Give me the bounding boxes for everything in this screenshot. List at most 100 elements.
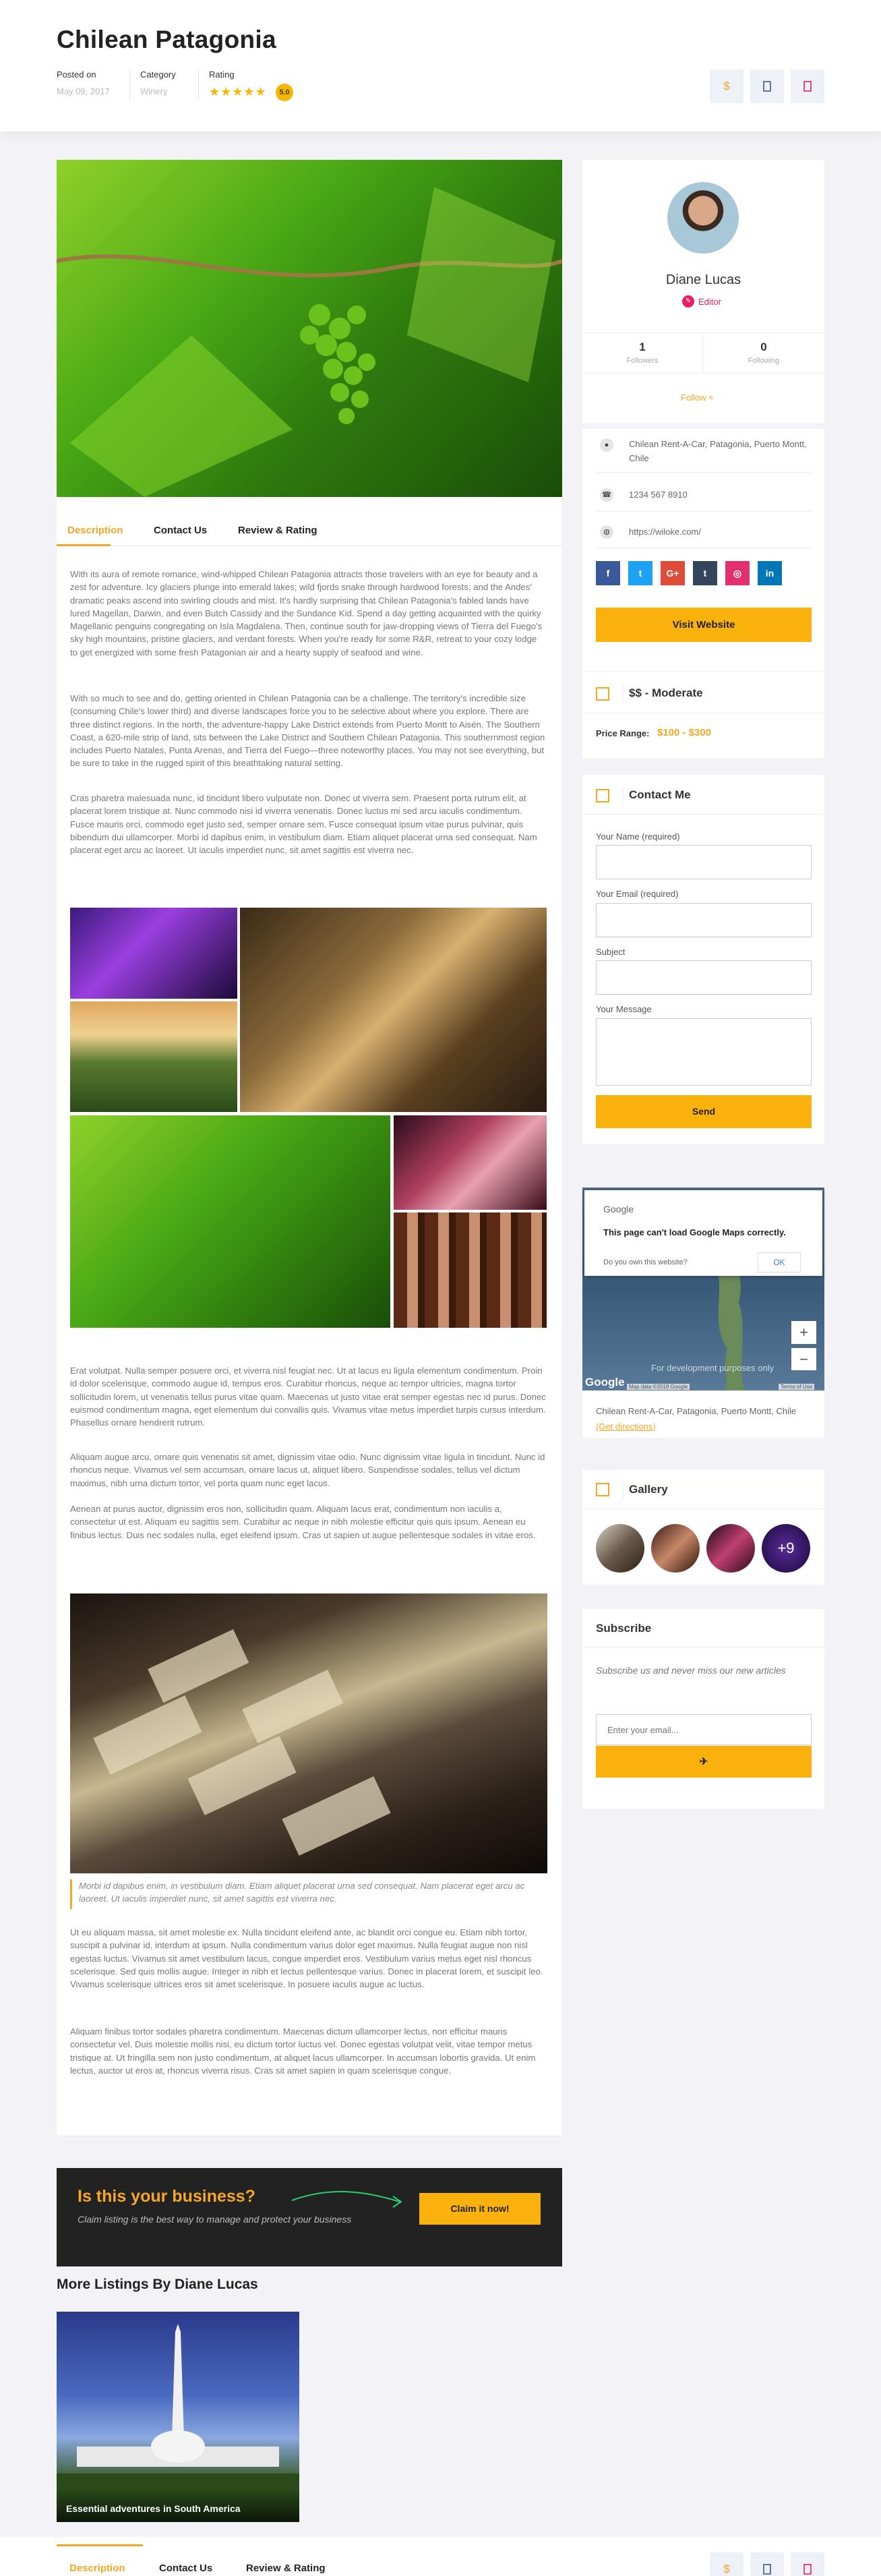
gallery-more[interactable]: +9	[762, 1524, 810, 1573]
map-pin-icon: ●	[600, 438, 613, 452]
zoom-out-button[interactable]: −	[791, 1348, 816, 1370]
tab-description[interactable]: Description	[67, 525, 123, 536]
tab-review[interactable]: Review & Rating	[238, 525, 317, 536]
arrow-icon	[291, 2191, 402, 2208]
subscribe-button[interactable]: ✈	[596, 1746, 812, 1778]
report-button[interactable]	[791, 69, 824, 103]
wine-bottles-image	[70, 1593, 547, 1873]
phone[interactable]: 1234 567 8910	[629, 490, 688, 500]
gallery-image-party[interactable]	[70, 908, 237, 999]
subject-field[interactable]	[596, 960, 812, 995]
claim-button[interactable]: Claim it now!	[419, 2193, 541, 2225]
bottles-illustration	[93, 1629, 391, 1856]
category-label: Category	[140, 69, 176, 80]
send-icon: ✈	[699, 1756, 708, 1767]
dollar-icon: $	[723, 80, 730, 92]
own-site-question: Do you own this website?	[603, 1258, 688, 1266]
gallery-image-wine-glasses[interactable]	[240, 908, 547, 1112]
sticky-tab-review[interactable]: Review & Rating	[246, 2563, 326, 2574]
subscribe-text: Subscribe us and never miss our new arti…	[596, 1665, 786, 1676]
contact-card	[582, 775, 824, 1144]
phone-icon: ☎	[600, 488, 613, 502]
description-paragraph: Aliquam finibus tortor sodales pharetra …	[70, 2026, 536, 2076]
map-terms[interactable]: Terms of Use	[779, 1384, 815, 1390]
description-paragraph: With its aura of remote romance, wind-wh…	[70, 569, 543, 657]
rating-stars: ★★★★★	[209, 85, 267, 98]
gallery-image-grapes[interactable]	[70, 1115, 390, 1328]
dollar-icon: $	[723, 2563, 730, 2575]
ok-button[interactable]: OK	[758, 1252, 801, 1272]
subscribe-title: Subscribe	[596, 1622, 652, 1635]
zoom-in-button[interactable]: +	[791, 1321, 816, 1344]
instagram-icon[interactable]: ◎	[725, 561, 750, 585]
rss-icon: ≈	[708, 392, 714, 403]
get-directions-link[interactable]: (Get directions)	[596, 1422, 656, 1432]
google-map-logo: Google	[585, 1376, 625, 1388]
follow-label: Follow	[681, 392, 706, 403]
send-button[interactable]: Send	[596, 1095, 812, 1128]
sticky-tab-description[interactable]: Description	[69, 2563, 125, 2574]
twitter-icon[interactable]: t	[628, 561, 652, 585]
description-paragraph: Ut eu aliquam massa, sit amet molestie e…	[70, 1927, 543, 1990]
follow-button[interactable]: Follow ≈	[681, 392, 713, 403]
followers-label: Followers	[626, 357, 659, 365]
message-field[interactable]	[596, 1018, 812, 1086]
subject-label: Subject	[596, 947, 626, 957]
website-link[interactable]: https://wiloke.com/	[629, 527, 701, 537]
gallery-image-vineyard[interactable]	[70, 1001, 237, 1112]
facebook-icon[interactable]: f	[596, 561, 620, 585]
contact-title: Contact Me	[629, 788, 691, 801]
map-address: Chilean Rent-A-Car, Patagonia, Puerto Mo…	[596, 1406, 796, 1416]
google-plus-icon[interactable]: G+	[661, 561, 685, 585]
author-role: Editor	[698, 297, 721, 307]
category-value[interactable]: Winery	[140, 86, 167, 96]
price-card	[582, 672, 824, 758]
tab-contact[interactable]: Contact Us	[154, 525, 207, 536]
address: Chilean Rent-A-Car, Patagonia, Puerto Mo…	[629, 439, 807, 463]
subscribe-card	[582, 1609, 824, 1809]
divider	[582, 332, 824, 333]
divider	[623, 1481, 624, 1500]
avatar[interactable]	[667, 182, 739, 254]
gallery-thumb[interactable]	[651, 1524, 700, 1573]
divider	[623, 787, 624, 806]
quote-bar	[70, 1879, 72, 1909]
visit-website-button[interactable]: Visit Website	[596, 608, 812, 642]
page-title: Chilean Patagonia	[57, 26, 276, 53]
pencil-icon: ✎	[682, 295, 694, 308]
map-dev-note: For development purposes only	[651, 1363, 774, 1373]
sticky-report-button[interactable]	[791, 2552, 824, 2576]
posted-label: Posted on	[57, 69, 96, 80]
gallery-image-food[interactable]	[394, 1115, 547, 1210]
gallery-thumb[interactable]	[706, 1524, 755, 1573]
map-attribution: Map data ©2018 Google	[627, 1384, 690, 1390]
description-paragraph: Aliquam augue arcu, ornare quis venenati…	[70, 1452, 545, 1488]
rating-badge: 5.0	[276, 84, 293, 101]
listing-card-title[interactable]: Essential adventures in South America	[66, 2503, 241, 2514]
google-logo: Google	[603, 1204, 634, 1214]
divider	[129, 69, 130, 100]
gallery-image-barrels[interactable]	[394, 1212, 547, 1328]
price-range-value: $100 - $300	[657, 727, 712, 738]
subscribe-email-input[interactable]	[596, 1714, 812, 1745]
gallery-thumb[interactable]	[596, 1524, 644, 1573]
bookmark-button[interactable]	[750, 69, 784, 103]
share-button[interactable]: $	[710, 69, 743, 103]
divider	[596, 472, 812, 473]
linkedin-icon[interactable]: in	[758, 561, 782, 585]
sticky-bookmark-button[interactable]	[750, 2552, 784, 2576]
divider	[582, 814, 824, 815]
globe-icon: ◍	[600, 525, 613, 539]
name-field[interactable]	[596, 845, 812, 879]
email-field[interactable]	[596, 903, 812, 937]
sticky-tab-contact[interactable]: Contact Us	[159, 2563, 212, 2574]
author-name[interactable]: Diane Lucas	[582, 272, 824, 288]
price-title: $$ - Moderate	[629, 686, 703, 699]
flag-icon	[803, 81, 812, 92]
following-label: Following	[748, 357, 780, 365]
map-error-message: This page can't load Google Maps correct…	[603, 1227, 786, 1237]
sticky-share-button[interactable]: $	[710, 2552, 743, 2576]
tumblr-icon[interactable]: t	[693, 561, 717, 585]
rating-label: Rating	[209, 69, 235, 80]
divider	[596, 511, 812, 512]
